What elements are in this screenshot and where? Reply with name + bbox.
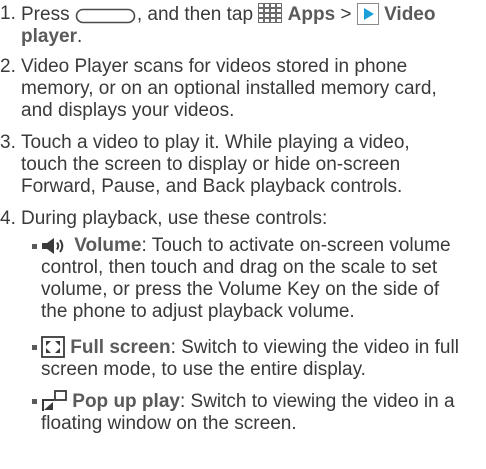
player-label: player — [21, 26, 77, 47]
control-pop-up-play-text: Pop up play: Switch to viewing the video… — [41, 390, 455, 434]
step-number: 3. — [0, 132, 16, 153]
full-screen-title: Full screen — [70, 337, 171, 358]
full-screen-icon — [41, 336, 65, 358]
home-key-icon — [75, 8, 136, 24]
control-full-screen-text: Full screen: Switch to viewing the video… — [41, 336, 459, 380]
video-player-icon — [356, 3, 379, 25]
volume-title: Volume — [74, 235, 142, 256]
pop-up-play-title: Pop up play — [72, 391, 180, 412]
step-number: 2. — [0, 56, 16, 77]
bullet-marker — [32, 345, 37, 350]
separator: > — [340, 4, 352, 25]
apps-label: Apps — [287, 4, 336, 25]
apps-icon — [258, 3, 283, 23]
bullet-marker — [32, 399, 37, 404]
pop-up-play-icon — [42, 390, 67, 411]
step-3-text: Touch a video to play it. While playing … — [21, 132, 410, 197]
step-number: 4. — [0, 208, 16, 229]
volume-icon — [42, 238, 64, 254]
step-number: 1. — [0, 3, 16, 24]
bullet-marker — [32, 244, 37, 249]
instructions-page: 1. Press , and then tap Apps > Video pla… — [0, 0, 486, 469]
step-4-text: During playback, use these controls: — [21, 208, 328, 229]
step-2-text: Video Player scans for videos stored in … — [21, 56, 437, 121]
step-1-text: Press , and then tap Apps > Video player… — [21, 3, 436, 47]
control-volume-text: Volume: Touch to activate on-screen volu… — [41, 235, 451, 322]
video-label: Video — [384, 4, 436, 25]
